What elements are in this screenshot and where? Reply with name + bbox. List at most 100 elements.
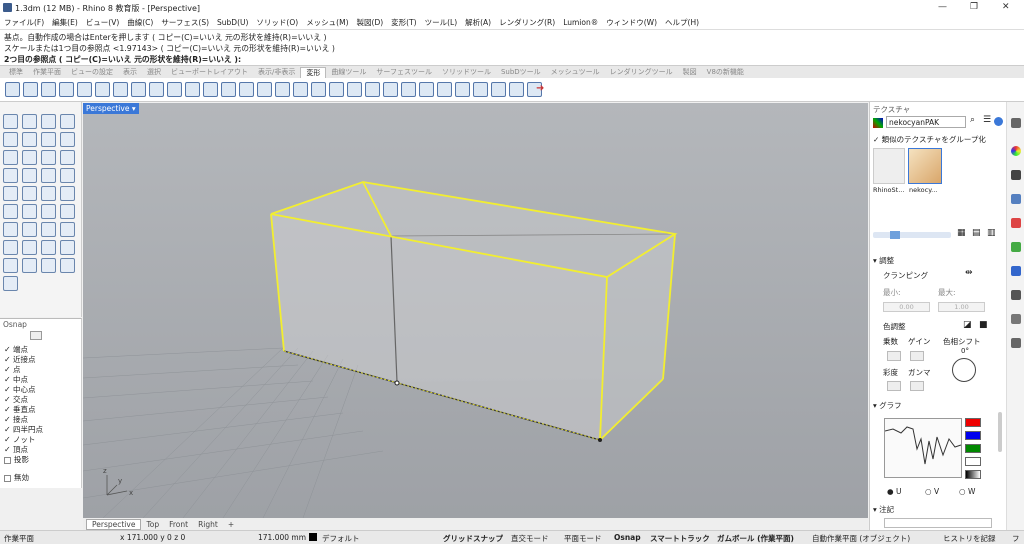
filter-toggle[interactable]: フ [1012,533,1020,544]
ellipse-tool-icon[interactable] [60,132,75,147]
soft-edit-icon[interactable] [455,82,470,97]
curve-tool-icon[interactable] [60,114,75,129]
notes-field[interactable] [884,518,992,528]
ground-plane-icon[interactable] [1011,242,1021,252]
viewport-tab-front[interactable]: Front [164,520,193,529]
menu-file[interactable]: ファイル(F) [4,17,44,28]
subd-tool-icon[interactable] [22,186,37,201]
tab-set-view[interactable]: ビューの設定 [66,67,118,77]
fillet-tool-icon[interactable] [60,186,75,201]
tab-solid-tools[interactable]: ソリッドツール [437,67,496,77]
array-curve-icon[interactable] [473,82,488,97]
tab-visibility[interactable]: 表示/非表示 [253,67,300,77]
gumball-tool-icon[interactable] [41,222,56,237]
array-tool-icon[interactable] [113,82,128,97]
sun-tool-icon[interactable] [60,258,75,273]
array-surface-icon[interactable] [491,82,506,97]
thumbnail-size-handle[interactable] [890,231,900,239]
select-tool-icon[interactable] [3,114,18,129]
tab-mesh-tools[interactable]: メッシュツール [546,67,605,77]
viewport-tab-top[interactable]: Top [141,520,164,529]
osnap-toggle[interactable]: Osnap [614,533,641,542]
current-layer[interactable]: デフォルト [322,533,360,544]
smash-tool-icon[interactable] [239,82,254,97]
grayscale-icon[interactable]: ■ [979,320,988,330]
menu-icon[interactable]: ☰ [983,115,991,125]
dimension-tool-icon[interactable] [60,222,75,237]
environment-icon[interactable] [1011,194,1021,204]
array-polar-icon[interactable] [509,82,524,97]
menu-surface[interactable]: サーフェス(S) [161,17,209,28]
menu-tools[interactable]: ツール(L) [425,17,458,28]
set-pt-icon[interactable] [419,82,434,97]
layer-tool-icon[interactable] [22,258,37,273]
orient-tool-icon[interactable] [95,82,110,97]
gamma-spinner[interactable] [910,381,924,391]
texture-type-icon[interactable] [873,118,883,128]
cage-tool-icon[interactable] [257,82,272,97]
join-tool-icon[interactable] [41,204,56,219]
named-views-icon[interactable] [1011,290,1021,300]
boolean-tool-icon[interactable] [41,186,56,201]
menu-transform[interactable]: 変形(T) [391,17,416,28]
arc-tool-icon[interactable] [22,132,37,147]
viewport-tab-perspective[interactable]: Perspective [86,518,142,530]
text-tool-icon[interactable] [3,240,18,255]
help-icon[interactable] [994,117,1003,126]
color-curve-graph[interactable] [884,418,962,478]
loft-tool-icon[interactable] [60,150,75,165]
surface-tool-icon[interactable] [41,150,56,165]
clamp-max-input[interactable]: 1.00 [938,302,985,312]
menu-help[interactable]: ヘルプ(H) [665,17,699,28]
texture-thumb-rhinostudio[interactable] [873,148,905,184]
bend-tool-icon[interactable] [167,82,182,97]
hatch-tool-icon[interactable] [22,240,37,255]
invert-icon[interactable]: ◪ [963,320,972,330]
viewport-title[interactable]: Perspective ▾ [83,103,139,114]
thumbnail-size-slider[interactable] [873,232,951,238]
smarttrack-toggle[interactable]: スマートトラック [650,533,710,544]
saturation-spinner[interactable] [887,381,901,391]
explode-tool-icon[interactable] [60,204,75,219]
close-button[interactable]: ✕ [1002,2,1010,12]
viewport-canvas[interactable]: z x y [83,103,868,518]
align-tool-icon[interactable] [131,82,146,97]
tab-select[interactable]: 選択 [142,67,166,77]
menu-solid[interactable]: ソリッド(O) [256,17,298,28]
auto-cplane-toggle[interactable]: 自動作業平面 (オブジェクト) [812,533,910,544]
menu-window[interactable]: ウィンドウ(W) [606,17,657,28]
v-option[interactable]: ○ V [925,487,939,496]
taper-tool-icon[interactable] [185,82,200,97]
blue-channel-swatch[interactable] [965,431,981,440]
sporph-tool-icon[interactable] [347,82,362,97]
clamp-min-input[interactable]: 0.00 [883,302,930,312]
osnap-item-disable[interactable]: 無効 [4,472,29,483]
gradient-channel-swatch[interactable] [965,470,981,479]
sun-panel-icon[interactable] [1011,266,1021,276]
gain-spinner[interactable] [910,351,924,361]
block-tool-icon[interactable] [3,258,18,273]
rectangle-tool-icon[interactable] [3,150,18,165]
mesh-tool-icon[interactable] [3,186,18,201]
minimize-button[interactable]: — [938,2,947,12]
grid-view-icon[interactable]: ▦ [957,228,966,238]
shear-tool-icon[interactable] [221,82,236,97]
tab-subd-tools[interactable]: SubDツール [496,67,546,77]
tab-drafting[interactable]: 製図 [678,67,702,77]
check-tool-icon[interactable] [41,258,56,273]
detail-view-icon[interactable]: ▥ [987,228,996,238]
tab-curve-tools[interactable]: 曲線ツール [326,67,371,77]
extrude-tool-icon[interactable] [60,168,75,183]
clamp-icon[interactable]: ⇹ [965,268,973,278]
menu-subd[interactable]: SubD(U) [217,18,248,27]
u-option[interactable]: ● U [887,487,901,496]
box-tool-icon[interactable] [3,168,18,183]
adjust-section-header[interactable]: ▾ 調整 [873,255,894,266]
materials-icon[interactable] [1011,146,1021,156]
cylinder-tool-icon[interactable] [41,168,56,183]
more-tools-arrow-icon[interactable]: ➜ [536,83,544,94]
command-prompt[interactable]: 2つ目の参照点 ( コピー(C)=いいえ 元の形状を維持(R)=いいえ ): [4,54,241,65]
group-tool-icon[interactable] [3,222,18,237]
project-tool-icon[interactable] [275,82,290,97]
white-channel-swatch[interactable] [965,457,981,466]
